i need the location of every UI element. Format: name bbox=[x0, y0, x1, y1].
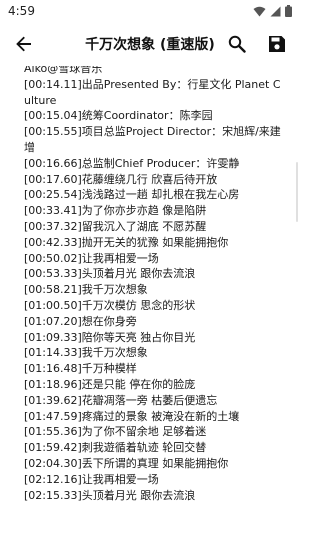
lyric-line: [00:37.32]留我沉入了湖底 不愿苏醒 bbox=[24, 219, 207, 233]
lyrics-text-editor[interactable]: Aiko@雪球音乐 [00:14.11]出品Presented By：行星文化 P… bbox=[0, 66, 300, 533]
lyric-line: [01:55.36]为了你不留余地 足够着迷 bbox=[24, 425, 207, 439]
lyric-line: [00:42.33]抛开无关的犹豫 如果能拥抱你 bbox=[24, 235, 229, 249]
lyric-line: [01:09.33]陪你等天亮 独占你目光 bbox=[24, 330, 196, 344]
lyric-line: [00:17.60]花藤缠绕几行 欣喜后待开放 bbox=[24, 172, 218, 186]
lyric-line: [01:59.42]刺我遊循着轨迹 轮回交替 bbox=[24, 441, 207, 455]
lyric-line: [01:47.59]疼痛过的景象 被淹没在新的土壤 bbox=[24, 409, 240, 423]
lyric-line: [00:16.66]总监制Chief Producer：许雯静 bbox=[24, 156, 240, 170]
search-button[interactable] bbox=[219, 26, 255, 62]
lyric-line: [00:14.11]出品Presented By：行星文化 Planet Cul… bbox=[24, 77, 281, 107]
back-arrow-icon bbox=[16, 36, 31, 52]
save-icon bbox=[269, 36, 285, 52]
lyric-line: [01:00.50]千万次模仿 思念的形状 bbox=[24, 298, 196, 312]
lyric-line: [00:33.41]为了你亦步亦趋 像是陷阱 bbox=[24, 204, 207, 218]
lyric-line: [00:25.54]浅浅路过一趟 却扎根在我左心房 bbox=[24, 188, 240, 202]
status-icons bbox=[253, 5, 292, 17]
app-bar: 千万次想象 (重速版) bbox=[0, 22, 300, 66]
status-time: 4:59 bbox=[8, 4, 35, 18]
back-button[interactable] bbox=[6, 26, 42, 62]
lyric-line: [00:53.33]头顶着月光 跟你去流浪 bbox=[24, 267, 196, 281]
lyric-line: [01:07.20]想在你身旁 bbox=[24, 314, 137, 328]
lyric-line: [00:15.04]统筹Coordinator：陈李园 bbox=[24, 109, 213, 123]
page-title: 千万次想象 (重速版) bbox=[85, 37, 215, 53]
lyric-line: [02:12.16]让我再相爱一场 bbox=[24, 472, 159, 486]
status-bar: 4:59 bbox=[0, 0, 300, 22]
search-icon bbox=[228, 35, 246, 53]
battery-icon bbox=[285, 5, 292, 17]
lyrics-text-content[interactable]: Aiko@雪球音乐 [00:14.11]出品Presented By：行星文化 P… bbox=[24, 66, 286, 503]
lyric-line: Aiko@雪球音乐 bbox=[24, 66, 103, 75]
wifi-icon bbox=[253, 6, 266, 16]
lyric-line: [00:50.02]让我再相爱一场 bbox=[24, 251, 159, 265]
lyric-line: [02:15.33]头顶着月光 跟你去流浪 bbox=[24, 488, 196, 502]
lyric-line: [01:16.48]千万种模样 bbox=[24, 362, 137, 376]
lyric-line: [02:04.30]丢下所谓的真理 如果能拥抱你 bbox=[24, 456, 229, 470]
save-button[interactable] bbox=[259, 26, 295, 62]
lyric-line: [00:58.21]我千万次想象 bbox=[24, 283, 148, 297]
scrollbar[interactable] bbox=[296, 162, 298, 222]
lyric-line: [01:39.62]花瓣凋落一旁 枯萎后便遗忘 bbox=[24, 393, 218, 407]
lyric-line: [01:18.96]还是只能 停在你的脸庞 bbox=[24, 377, 196, 391]
lyric-line: [00:15.55]项目总监Project Director：宋旭辉/来建增 bbox=[24, 125, 281, 154]
lyric-line: [01:14.33]我千万次想象 bbox=[24, 346, 148, 360]
signal-icon bbox=[270, 6, 281, 16]
